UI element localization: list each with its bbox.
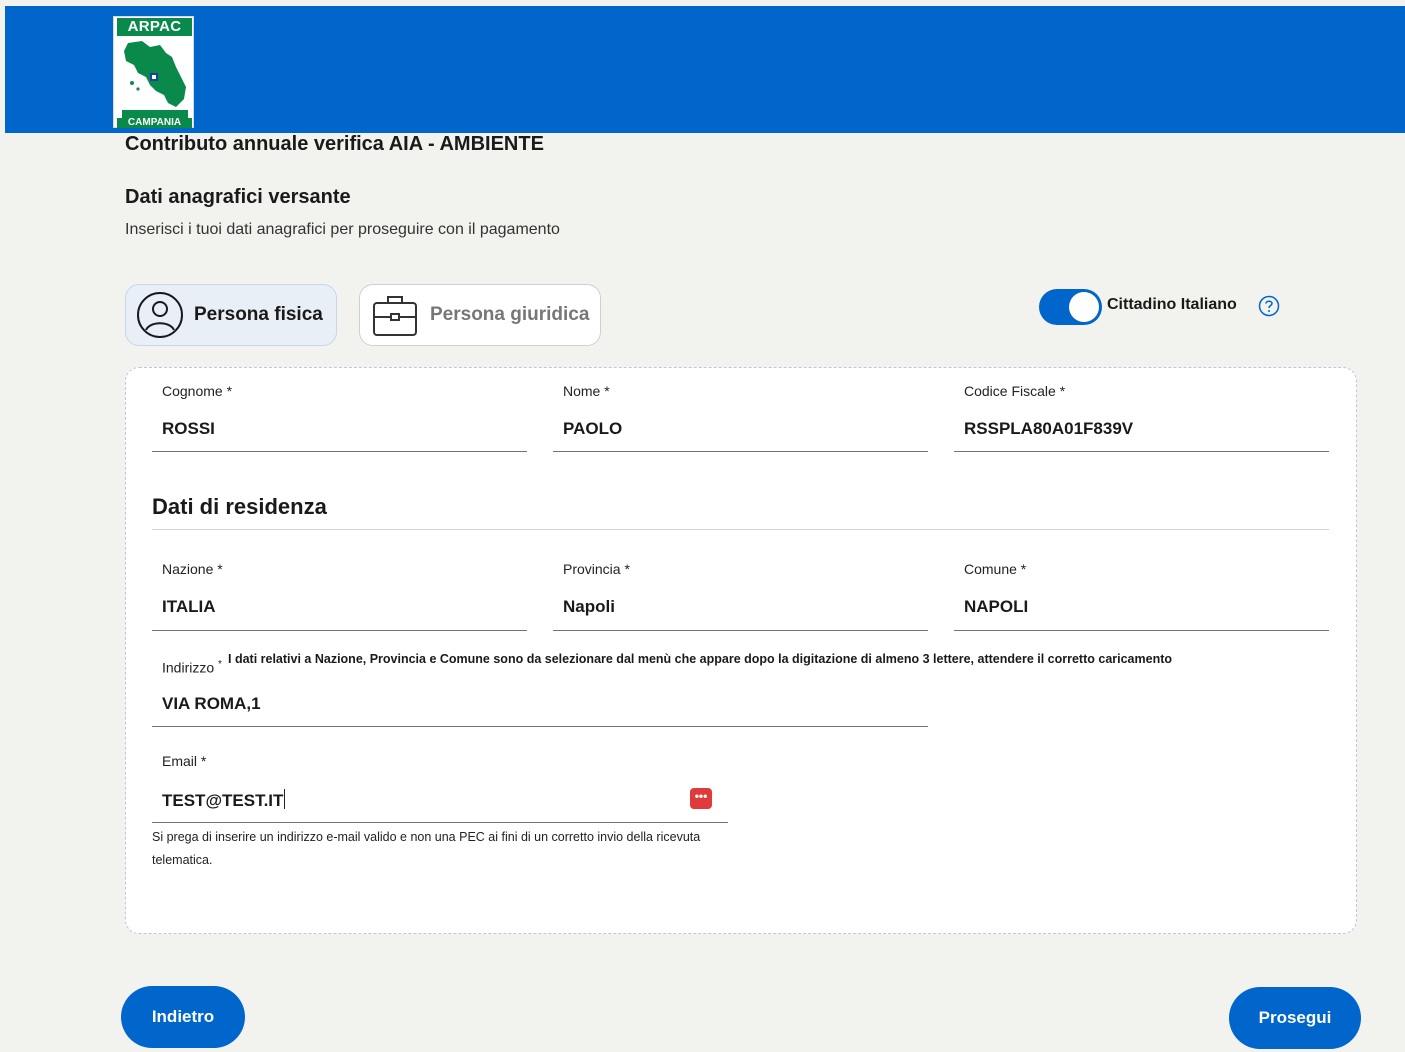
nazione-label: Nazione * bbox=[162, 561, 223, 577]
provincia-input[interactable]: Napoli bbox=[563, 597, 615, 617]
nazione-underline bbox=[152, 630, 527, 631]
help-icon[interactable] bbox=[1258, 295, 1280, 317]
email-underline bbox=[152, 822, 728, 823]
section-title: Dati anagrafici versante bbox=[125, 186, 351, 208]
persona-fisica-button[interactable]: Persona fisica bbox=[125, 284, 337, 346]
cittadino-italiano-label: Cittadino Italiano bbox=[1107, 296, 1237, 313]
nome-label: Nome * bbox=[563, 383, 610, 399]
indirizzo-required-mark: * bbox=[218, 659, 222, 670]
cognome-input[interactable]: ROSSI bbox=[162, 419, 215, 439]
site-header: ARPAC CAMPANIA bbox=[5, 6, 1405, 133]
text-caret bbox=[284, 789, 286, 809]
password-manager-icon[interactable]: ••• bbox=[690, 788, 712, 809]
email-input[interactable]: TEST@TEST.IT bbox=[162, 789, 286, 811]
nazione-input[interactable]: ITALIA bbox=[162, 597, 216, 617]
residenza-divider bbox=[152, 529, 1329, 530]
nome-input[interactable]: PAOLO bbox=[563, 419, 622, 439]
cognome-label: Cognome * bbox=[162, 383, 233, 399]
campania-map-icon bbox=[124, 41, 186, 107]
comune-label: Comune * bbox=[964, 561, 1027, 577]
codice-fiscale-label: Codice Fiscale * bbox=[964, 383, 1066, 399]
provincia-underline bbox=[553, 630, 928, 631]
location-note: I dati relativi a Nazione, Provincia e C… bbox=[228, 652, 1173, 666]
codice-fiscale-input[interactable]: RSSPLA80A01F839V bbox=[964, 419, 1133, 439]
section-subtitle: Inserisci i tuoi dati anagrafici per pro… bbox=[125, 221, 560, 238]
residenza-title: Dati di residenza bbox=[152, 494, 327, 519]
indirizzo-input[interactable]: VIA ROMA,1 bbox=[162, 694, 261, 714]
user-icon bbox=[137, 292, 183, 338]
page-title: Contributo annuale verifica AIA - AMBIEN… bbox=[125, 133, 544, 155]
logo-title: ARPAC bbox=[117, 18, 192, 36]
nome-underline bbox=[553, 451, 928, 452]
persona-giuridica-button[interactable]: Persona giuridica bbox=[359, 284, 601, 346]
comune-input[interactable]: NAPOLI bbox=[964, 597, 1028, 617]
email-label: Email * bbox=[162, 753, 207, 769]
email-value: TEST@TEST.IT bbox=[162, 791, 284, 810]
indirizzo-label: Indirizzo * bbox=[162, 659, 222, 676]
arpac-logo[interactable]: ARPAC CAMPANIA bbox=[113, 16, 194, 128]
indietro-button[interactable]: Indietro bbox=[121, 986, 245, 1048]
persona-giuridica-label: Persona giuridica bbox=[430, 304, 590, 325]
prosegui-button[interactable]: Prosegui bbox=[1229, 987, 1361, 1049]
logo-region: CAMPANIA bbox=[117, 118, 192, 128]
codice-fiscale-underline bbox=[954, 451, 1329, 452]
email-hint: Si prega di inserire un indirizzo e-mail… bbox=[152, 830, 701, 867]
cognome-underline bbox=[152, 451, 527, 452]
briefcase-icon bbox=[373, 296, 417, 336]
persona-fisica-label: Persona fisica bbox=[194, 304, 323, 325]
provincia-label: Provincia * bbox=[563, 561, 630, 577]
toggle-knob bbox=[1069, 292, 1099, 322]
cittadino-italiano-toggle[interactable] bbox=[1039, 289, 1102, 325]
indirizzo-underline bbox=[152, 726, 928, 727]
indirizzo-label-text: Indirizzo bbox=[162, 659, 215, 676]
comune-underline bbox=[954, 630, 1329, 631]
